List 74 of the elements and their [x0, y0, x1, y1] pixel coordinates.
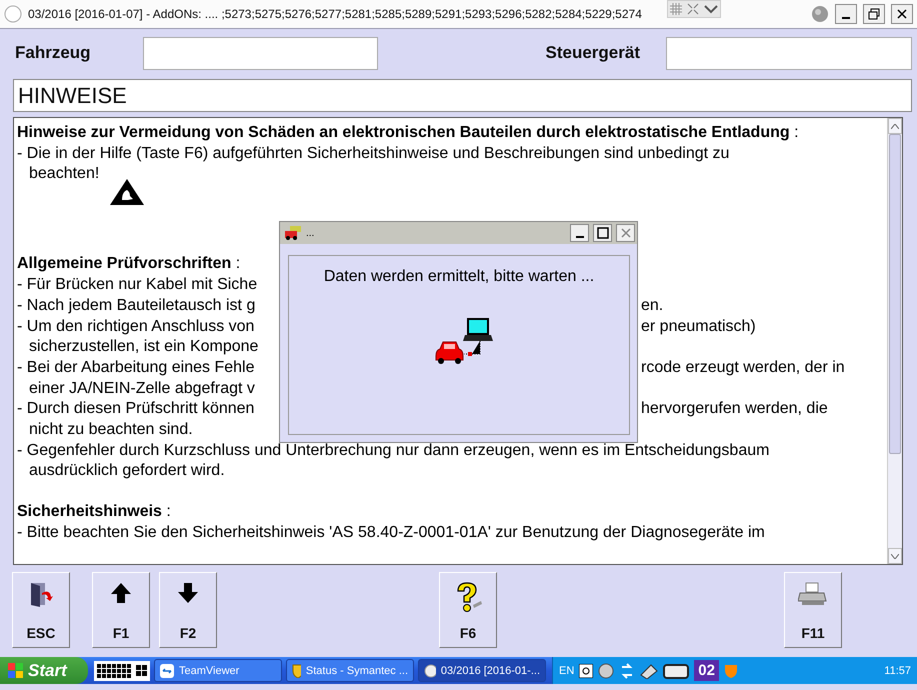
- taskbar-button[interactable]: TeamViewer: [154, 659, 282, 682]
- printer-icon: [798, 581, 828, 607]
- instruction-text: - Die in der Hilfe (Taste F6) aufgeführten Sicherheitshinweise und Beschreibungen sind unbedingt zu: [17, 144, 730, 164]
- app-window-icon: [424, 664, 436, 678]
- dialog-message: Daten werden ermittelt, bitte warten ...: [324, 268, 594, 286]
- function-key-button[interactable]: F6: [439, 572, 497, 648]
- minimize-button[interactable]: [570, 224, 589, 242]
- tablet-icon[interactable]: [640, 662, 658, 678]
- instruction-text: hervorgerufen werden, die: [641, 399, 829, 420]
- scroll-down-icon[interactable]: [888, 548, 902, 564]
- close-button[interactable]: [891, 4, 913, 24]
- restore-icon: [868, 8, 880, 20]
- vehicle-label: Fahrzeug: [15, 43, 91, 63]
- window-title: 03/2016 [2016-01-07] - AddONs: .... ;5273;5275;5276;5277;5281;5285;5289;5291;5293;5296;5282;5284;5229;5274: [28, 7, 642, 21]
- instruction-text: - Bitte beachten Sie den Sicherheitshinweis 'AS 58.40-Z-0001-01A' zur Benutzung der Diagnosegeräte im: [17, 522, 765, 543]
- shield-icon: [292, 664, 301, 678]
- section-heading: Hinweise zur Vermeidung von Schäden an elektronischen Bauteilen durch elektrostatische Entladung :: [17, 123, 799, 143]
- instruction-text: - Für Brücken nur Kabel mit Siche: [17, 275, 258, 296]
- network-icon[interactable]: [598, 662, 614, 678]
- instruction-text: - Bei der Abarbeitung eines Fehle: [17, 358, 254, 378]
- instruction-text: - Gegenfehler durch Kurzschluss und Unterbrechung nur dann erzeugen, wenn es im Entscheidungsbaum: [17, 440, 770, 461]
- instruction-text: en.: [641, 296, 664, 316]
- expand-icon[interactable]: [686, 3, 699, 15]
- instruction-text: sicherzustellen, ist ein Kompone: [29, 337, 258, 358]
- esd-warning-icon: [109, 178, 146, 206]
- scrollbar[interactable]: [887, 118, 902, 564]
- help-icon[interactable]: [579, 664, 594, 678]
- instruction-text: ausdrücklich gefordert wird.: [29, 461, 225, 482]
- instruction-text: er pneumatisch): [641, 316, 757, 337]
- function-key-button[interactable]: F2: [159, 572, 217, 648]
- close-icon: [620, 227, 632, 239]
- scroll-up-icon[interactable]: [888, 118, 902, 134]
- globe-icon: [811, 5, 829, 23]
- start-button[interactable]: Start: [0, 657, 88, 684]
- instruction-text: nicht zu beachten sind.: [29, 420, 193, 440]
- instruction-text: - Um den richtigen Anschluss von: [17, 316, 254, 337]
- function-key-button[interactable]: F1: [92, 572, 150, 648]
- function-key-button[interactable]: ESC: [12, 572, 70, 648]
- instruction-text: - Nach jedem Bauteiletausch ist g: [17, 296, 256, 316]
- arrow-down-icon: [177, 581, 199, 605]
- maximize-icon: [596, 227, 608, 239]
- maximize-button[interactable]: [593, 224, 612, 242]
- restore-button[interactable]: [863, 4, 885, 24]
- instruction-text: einer JA/NEIN-Zelle abgefragt v: [29, 378, 255, 399]
- section-heading: Sicherheitshinweis :: [17, 502, 171, 522]
- door-exit-icon: [28, 581, 54, 607]
- scroll-thumb[interactable]: [889, 134, 901, 454]
- arrow-up-icon: [110, 581, 132, 605]
- taskbar-button[interactable]: Status - Symantec ...: [286, 659, 414, 682]
- control-unit-field[interactable]: [666, 36, 912, 70]
- notification-badge[interactable]: 02: [694, 660, 719, 681]
- minimize-icon: [576, 236, 584, 238]
- car-laptop-connection-drawing: [434, 316, 496, 366]
- instruction-text: - Durch diesen Prüfschritt können: [17, 399, 254, 420]
- minimize-button[interactable]: [835, 4, 857, 24]
- arrows-app-icon: [160, 664, 174, 678]
- clock: 11:57: [884, 664, 911, 676]
- section-title: HINWEISE: [13, 79, 912, 112]
- trucks-icon: [284, 226, 302, 240]
- keyboard-icon[interactable]: [94, 660, 150, 680]
- function-key-button[interactable]: F11: [784, 572, 842, 648]
- dialog-title: ...: [306, 228, 316, 238]
- instruction-text: rcode erzeugt werden, der in: [641, 358, 846, 378]
- section-heading: Allgemeine Prüfvorschriften :: [17, 254, 240, 274]
- close-icon: [896, 8, 908, 20]
- device-icon[interactable]: [663, 662, 690, 680]
- control-unit-label: Steuergerät: [546, 43, 640, 63]
- taskbar-button[interactable]: 03/2016 [2016-01-...: [418, 659, 546, 682]
- minimize-icon: [842, 17, 850, 19]
- windows-flag-icon: [8, 662, 24, 678]
- vehicle-field[interactable]: [142, 36, 378, 70]
- app-circle-icon: [4, 5, 22, 23]
- chevron-down-icon[interactable]: [704, 4, 718, 14]
- instruction-text: beachten!: [29, 164, 100, 184]
